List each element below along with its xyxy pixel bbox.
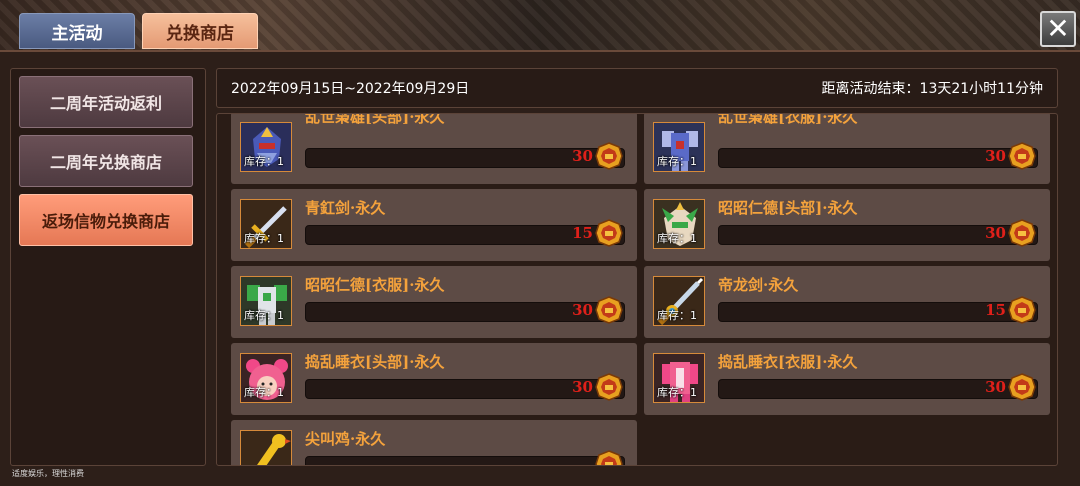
item-stock: 库存：1	[657, 386, 697, 399]
item-name: 昭昭仁德[头部]·永久	[718, 199, 858, 217]
item-stock: 库存：1	[244, 232, 284, 245]
item-name: 捣乱睡衣[衣服]·永久	[718, 353, 858, 371]
token-coin-icon[interactable]	[1008, 373, 1036, 401]
tab-exchange-shop[interactable]: 兑换商店	[142, 13, 258, 49]
item-stock: 库存：1	[244, 155, 284, 168]
close-button[interactable]: ✕	[1040, 11, 1076, 47]
shop-item-card[interactable]: 库存：1 乱世枭雄[衣服]·永久 30	[644, 113, 1050, 184]
item-stock: 库存：1	[657, 155, 697, 168]
item-icon-box: 库存：1	[653, 122, 705, 172]
token-coin-icon[interactable]	[595, 219, 623, 247]
token-coin-icon[interactable]	[595, 296, 623, 324]
shop-item-card[interactable]: 库存：1 昭昭仁德[头部]·永久 30	[644, 189, 1050, 261]
close-icon: ✕	[1046, 12, 1070, 45]
shop-item-grid: 库存：1 乱世枭雄[头部]·永久 30 库存：1 乱世枭雄[衣服]·永久 30 …	[216, 113, 1058, 466]
item-icon-box	[240, 430, 292, 465]
item-stock: 库存：1	[657, 309, 697, 322]
item-icon-box: 库存：1	[240, 353, 292, 403]
token-coin-icon[interactable]	[1008, 296, 1036, 324]
token-coin-icon[interactable]	[1008, 219, 1036, 247]
item-name: 乱世枭雄[衣服]·永久	[718, 113, 858, 126]
item-name: 帝龙剑·永久	[718, 276, 799, 294]
item-stock: 库存：1	[244, 309, 284, 322]
token-coin-icon[interactable]	[1008, 142, 1036, 170]
item-price: 30	[985, 378, 1006, 396]
item-stock: 库存：1	[657, 232, 697, 245]
item-price: 15	[572, 224, 593, 242]
item-icon-box: 库存：1	[653, 353, 705, 403]
item-stock: 库存：1	[244, 386, 284, 399]
token-coin-icon[interactable]	[595, 142, 623, 170]
shop-item-card[interactable]: 库存：1 青釭剑·永久 15	[231, 189, 637, 261]
item-icon-box: 库存：1	[240, 276, 292, 326]
item-price: 30	[572, 378, 593, 396]
item-price: 15	[985, 301, 1006, 319]
healthy-gaming-notice: 适度娱乐，理性消费	[12, 469, 84, 478]
item-price: 30	[985, 224, 1006, 242]
item-name: 青釭剑·永久	[305, 199, 386, 217]
item-price: 30	[985, 147, 1006, 165]
shop-item-card[interactable]: 尖叫鸡·永久	[231, 420, 637, 466]
event-countdown: 距离活动结束：13天21小时11分钟	[821, 81, 1043, 97]
tab-main-activity[interactable]: 主活动	[19, 13, 135, 49]
item-price: 30	[572, 301, 593, 319]
item-name: 尖叫鸡·永久	[305, 430, 386, 448]
item-name: 捣乱睡衣[头部]·永久	[305, 353, 445, 371]
item-name: 昭昭仁德[衣服]·永久	[305, 276, 445, 294]
shop-item-card[interactable]: 库存：1 捣乱睡衣[头部]·永久 30	[231, 343, 637, 415]
token-coin-icon[interactable]	[595, 373, 623, 401]
price-bar	[305, 456, 625, 465]
shop-item-card[interactable]: 库存：1 帝龙剑·永久 15	[644, 266, 1050, 338]
item-icon-box: 库存：1	[653, 276, 705, 326]
sidebar-item-token-shop[interactable]: 返场信物兑换商店	[19, 194, 193, 246]
item-icon-box: 库存：1	[240, 199, 292, 249]
item-icon-box: 库存：1	[653, 199, 705, 249]
shop-item-card[interactable]: 库存：1 捣乱睡衣[衣服]·永久 30	[644, 343, 1050, 415]
shop-item-card[interactable]: 库存：1 乱世枭雄[头部]·永久 30	[231, 113, 637, 184]
item-icon-box: 库存：1	[240, 122, 292, 172]
item-price: 30	[572, 147, 593, 165]
event-date-range: 2022年09月15日~2022年09月29日	[231, 81, 470, 97]
sidebar-item-anniversary-shop[interactable]: 二周年兑换商店	[19, 135, 193, 187]
item-name: 乱世枭雄[头部]·永久	[305, 113, 445, 126]
event-date-bar: 2022年09月15日~2022年09月29日 距离活动结束：13天21小时11…	[216, 68, 1058, 108]
sidebar-item-anniversary-rebate[interactable]: 二周年活动返利	[19, 76, 193, 128]
token-coin-icon[interactable]	[595, 450, 623, 466]
rubber-chicken-icon	[241, 431, 291, 465]
shop-item-card[interactable]: 库存：1 昭昭仁德[衣服]·永久 30	[231, 266, 637, 338]
